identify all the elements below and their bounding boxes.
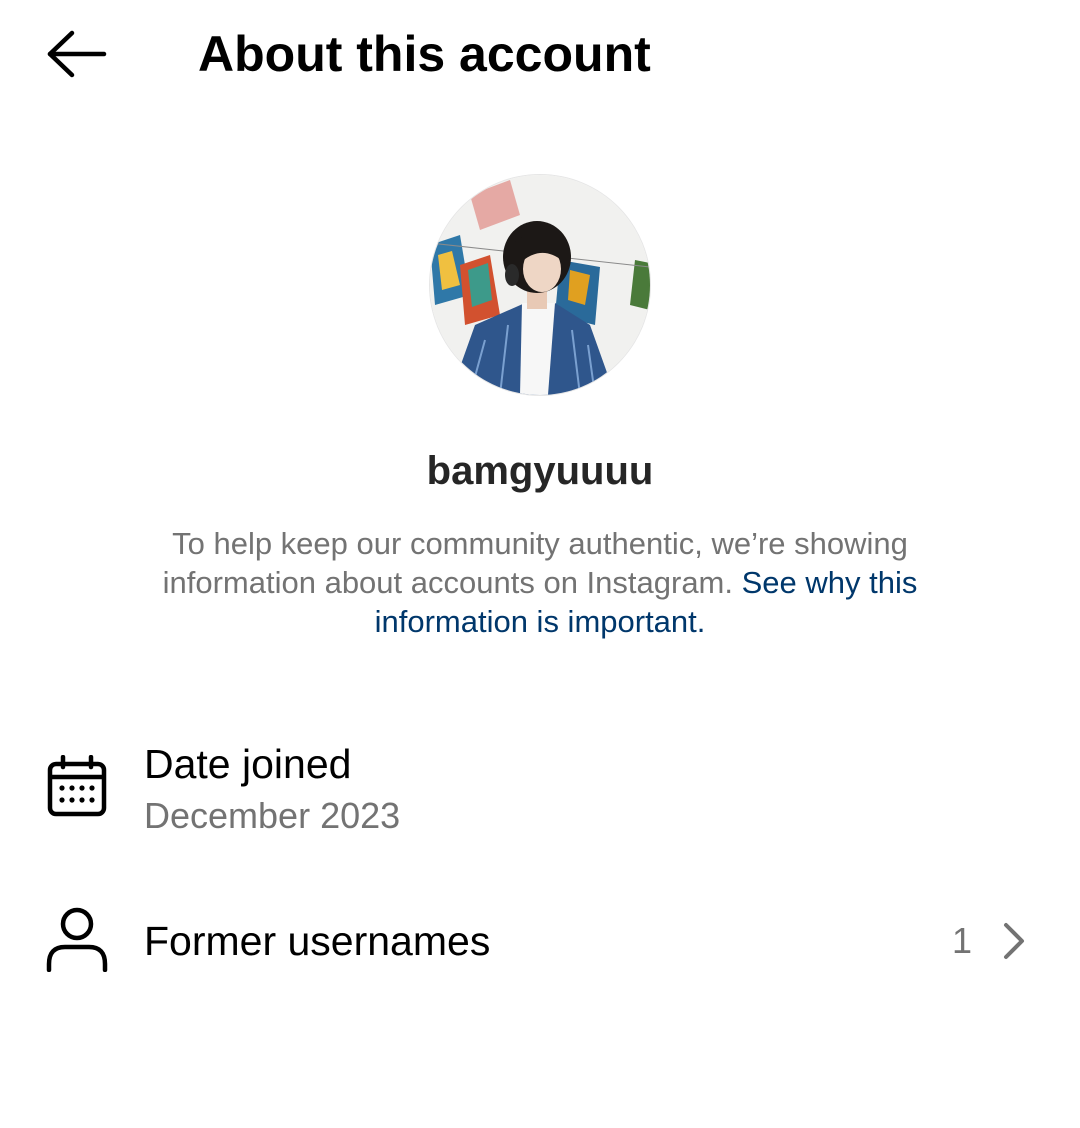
- avatar: [430, 175, 650, 395]
- date-joined-value: December 2023: [144, 795, 401, 836]
- date-joined-row: Date joined December 2023: [0, 735, 1080, 845]
- arrow-left-icon: [47, 30, 107, 78]
- calendar-icon: [44, 753, 110, 819]
- info-text: To help keep our community authentic, we…: [130, 524, 950, 641]
- former-usernames-count: 1: [951, 920, 972, 961]
- person-icon: [44, 906, 110, 972]
- header: About this account: [0, 0, 1080, 110]
- username: bamgyuuuu: [426, 449, 654, 493]
- chevron-right-icon: [1004, 923, 1024, 959]
- date-joined-label: Date joined: [144, 741, 352, 787]
- page-title: About this account: [198, 26, 651, 82]
- back-button[interactable]: [36, 22, 116, 86]
- former-usernames-row[interactable]: Former usernames 1: [0, 900, 1080, 982]
- former-usernames-label: Former usernames: [144, 918, 491, 964]
